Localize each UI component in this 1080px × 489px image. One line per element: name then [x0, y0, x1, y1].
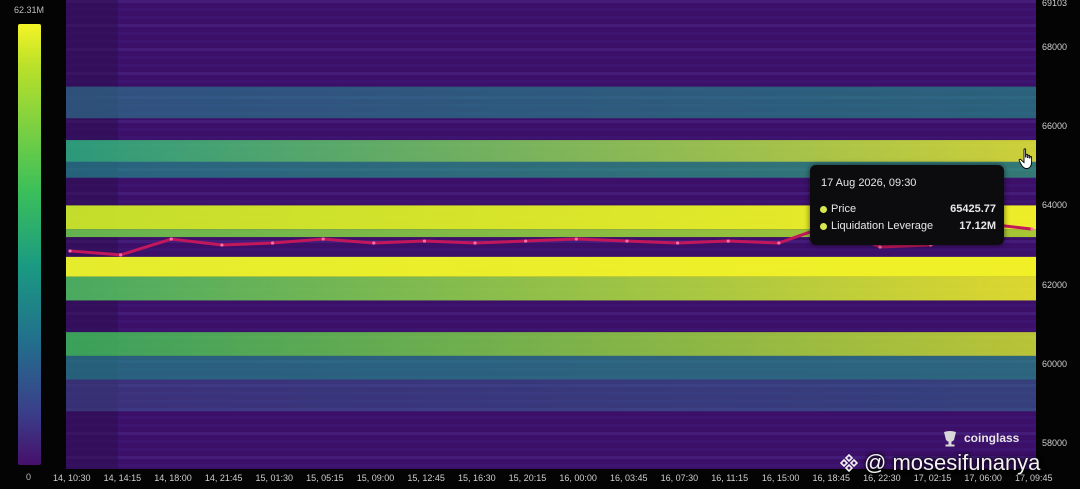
x-tick-label: 14, 21:45: [204, 473, 243, 483]
x-tick-label: 14, 18:00: [154, 473, 192, 483]
brand-name: coinglass: [964, 431, 1020, 445]
heatmap-texture-row: [66, 56, 1036, 59]
heatmap-texture-row: [66, 72, 1036, 75]
price-point[interactable]: [574, 237, 578, 241]
x-tick-label: 16, 11:15: [711, 473, 749, 483]
y-tick-label: 66000: [1042, 121, 1068, 132]
heatmap-texture-row: [66, 64, 1036, 67]
heatmap-texture-row: [66, 440, 1036, 443]
liquidation-band[interactable]: [66, 256, 1036, 277]
heatmap-texture-row: [66, 128, 1036, 131]
y-tick-label: 62000: [1042, 279, 1068, 290]
coinglass-icon: [944, 431, 956, 447]
x-tick-label: 15, 16:30: [458, 473, 496, 483]
price-point[interactable]: [675, 241, 680, 245]
heatmap-texture-row: [66, 32, 1036, 35]
heatmap-texture-row: [66, 432, 1036, 435]
tooltip-leverage-value: 17.12M: [959, 220, 996, 232]
x-tick-label: 15, 09:00: [356, 473, 395, 483]
y-tick-label: 68000: [1042, 42, 1068, 52]
y-tick-label: 58000: [1042, 438, 1068, 448]
liquidation-band[interactable]: [66, 379, 1036, 412]
x-tick-label: 14, 10:30: [53, 473, 91, 483]
y-tick-label: 69103: [1042, 0, 1068, 8]
price-point[interactable]: [321, 237, 325, 241]
heatmap-texture-row: [66, 424, 1036, 427]
tooltip-price-value: 65425.77: [950, 203, 996, 215]
heatmap-texture-row: [66, 16, 1036, 19]
liquidation-band[interactable]: [66, 276, 1036, 301]
watermark-handle: @ mosesifunanya: [864, 450, 1041, 475]
liquidation-heatmap-chart: 62.31M 0 69103 68000 66000 64000 62000 60000 5…: [0, 0, 1080, 489]
binance-icon: [840, 454, 858, 472]
price-dot-icon: [820, 206, 827, 213]
hand-cursor-icon: [1018, 148, 1033, 169]
price-point[interactable]: [220, 243, 224, 247]
tooltip-price-label: Price: [831, 203, 857, 215]
price-point[interactable]: [372, 241, 376, 245]
heatmap-texture-row: [66, 48, 1036, 51]
colorbar-min-label: 0: [26, 472, 32, 482]
price-point[interactable]: [524, 239, 528, 243]
price-point[interactable]: [878, 245, 882, 249]
heatmap-texture-row: [66, 312, 1036, 315]
heatmap-texture-row: [66, 248, 1036, 251]
liquidation-band[interactable]: [66, 355, 1036, 380]
leverage-dot-icon: [820, 223, 827, 230]
price-point[interactable]: [473, 241, 477, 245]
heatmap-texture-row: [66, 80, 1036, 83]
liquidation-band[interactable]: [66, 140, 1036, 162]
colorbar-max-label: 62.31M: [14, 5, 45, 15]
heatmap-texture-row: [66, 0, 1036, 3]
tooltip-leverage-label: Liquidation Leverage: [831, 220, 934, 232]
price-point[interactable]: [1030, 227, 1034, 231]
heatmap-texture-row: [66, 328, 1036, 331]
liquidation-band[interactable]: [66, 332, 1036, 356]
heatmap-texture-row: [66, 8, 1036, 11]
tooltip-row-price: Price 65425.77: [820, 202, 996, 218]
x-tick-label: 16, 03:45: [609, 473, 648, 483]
heatmap-texture-row: [66, 40, 1036, 43]
x-tick-label: 16, 07:30: [660, 473, 699, 483]
x-tick-label: 14, 14:15: [103, 473, 142, 483]
heatmap-texture-row: [66, 320, 1036, 323]
price-point[interactable]: [169, 237, 173, 241]
x-tick-label: 16, 15:00: [761, 473, 800, 483]
x-tick-label: 15, 01:30: [255, 473, 294, 483]
x-tick-label: 16, 00:00: [559, 473, 597, 483]
heatmap-texture-row: [66, 416, 1036, 419]
liquidation-band[interactable]: [66, 86, 1036, 119]
x-tick-label: 15, 12:45: [407, 473, 445, 483]
price-point[interactable]: [422, 239, 427, 243]
hover-tooltip: 17 Aug 2026, 09:30 Price 65425.77 Liquid…: [810, 165, 1004, 245]
color-scale-bar[interactable]: [18, 24, 41, 465]
price-point[interactable]: [625, 239, 629, 243]
x-tick-label: 15, 05:15: [306, 473, 344, 483]
x-tick-label: 15, 20:15: [508, 473, 547, 483]
heatmap-texture-row: [66, 304, 1036, 307]
heatmap-texture-row: [66, 24, 1036, 27]
tooltip-date: 17 Aug 2026, 09:30: [821, 177, 917, 189]
price-point[interactable]: [726, 239, 730, 243]
price-point[interactable]: [119, 253, 123, 257]
price-point[interactable]: [270, 241, 275, 245]
watermark: @ mosesifunanya: [840, 450, 1040, 476]
price-point[interactable]: [777, 241, 781, 245]
heatmap-texture-row: [66, 120, 1036, 123]
price-point[interactable]: [68, 249, 72, 253]
y-tick-label: 60000: [1042, 358, 1068, 369]
heatmap-texture-row: [66, 136, 1036, 139]
tooltip-row-leverage: Liquidation Leverage 17.12M: [820, 219, 996, 235]
y-tick-label: 64000: [1042, 200, 1068, 211]
coinglass-logo: coinglass: [940, 428, 1040, 450]
